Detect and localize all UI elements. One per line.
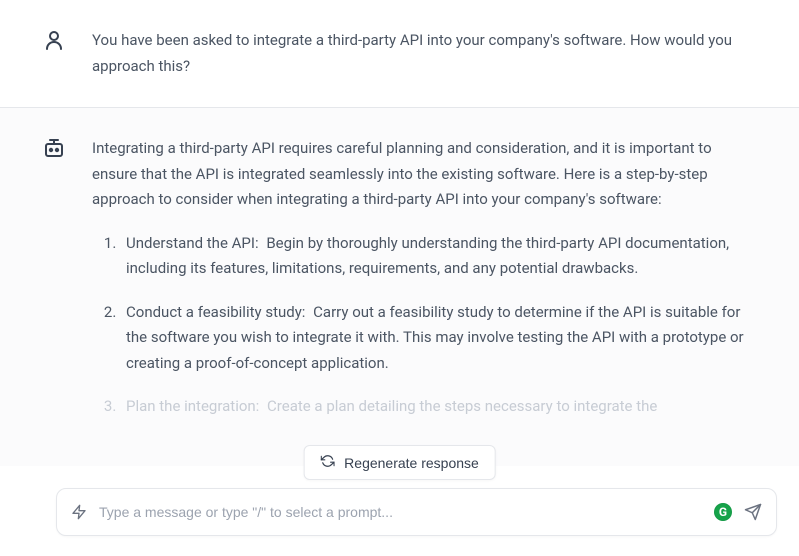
list-item: Conduct a feasibility study: Carry out a… [120, 300, 759, 377]
input-bar: G [56, 488, 777, 536]
user-message-text: You have been asked to integrate a third… [92, 28, 759, 79]
list-item: Understand the API: Begin by thoroughly … [120, 231, 759, 282]
robot-avatar-icon [40, 136, 68, 164]
assistant-intro: Integrating a third-party API requires c… [92, 136, 759, 213]
message-input[interactable] [99, 504, 702, 520]
step-label: Plan the integration: [126, 397, 259, 415]
assistant-steps-list: Understand the API: Begin by thoroughly … [110, 231, 759, 420]
step-text: Create a plan detailing the steps necess… [263, 397, 657, 415]
assistant-message: Integrating a third-party API requires c… [0, 108, 799, 466]
send-icon[interactable] [744, 503, 762, 521]
step-label: Conduct a feasibility study: [126, 303, 305, 321]
assistant-message-body: Integrating a third-party API requires c… [92, 136, 759, 438]
user-message: You have been asked to integrate a third… [0, 0, 799, 108]
user-avatar-icon [40, 28, 68, 56]
lightning-icon[interactable] [71, 504, 87, 520]
list-item: Plan the integration: Create a plan deta… [120, 394, 759, 420]
regenerate-button[interactable]: Regenerate response [303, 445, 496, 480]
step-label: Understand the API: [126, 234, 259, 252]
regenerate-label: Regenerate response [344, 455, 479, 471]
grammarly-badge-icon[interactable]: G [714, 503, 732, 521]
refresh-icon [320, 454, 334, 471]
